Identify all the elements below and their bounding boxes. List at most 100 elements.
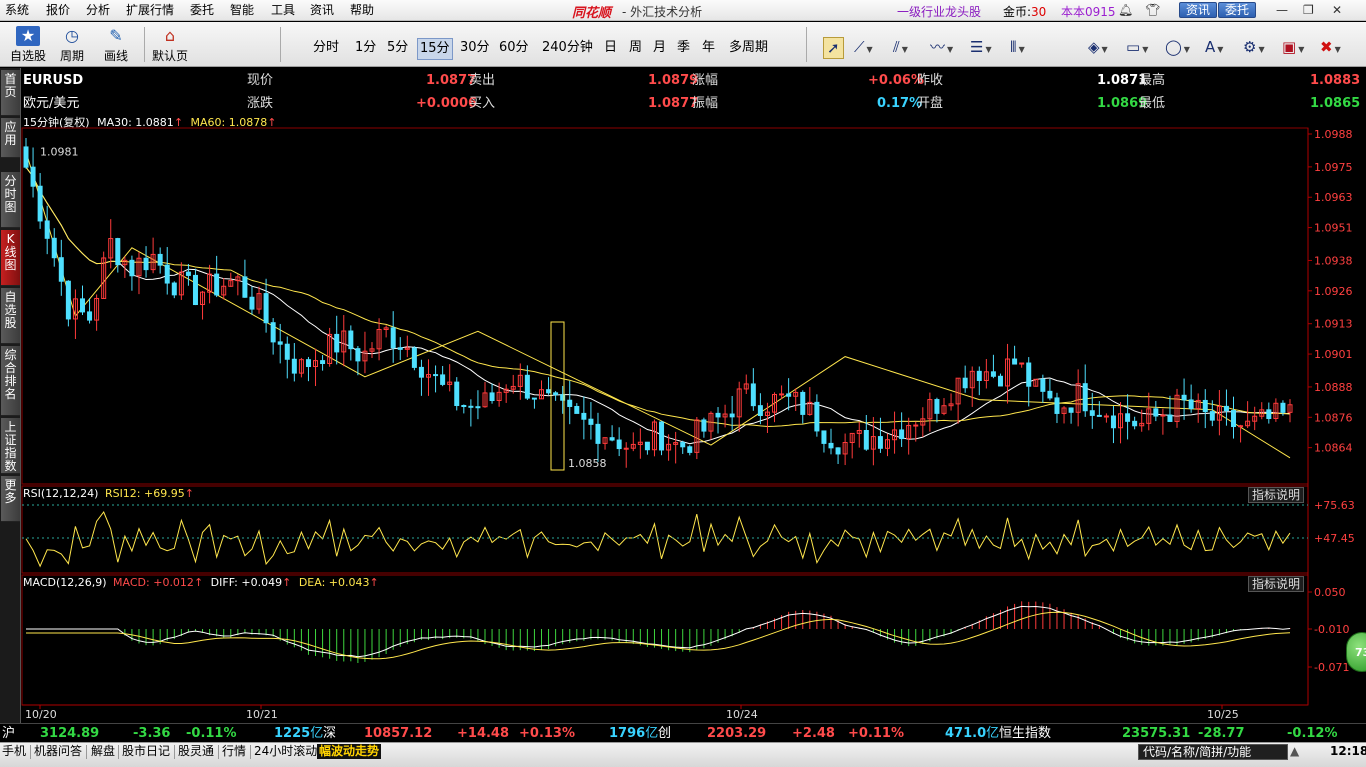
rsi-name: RSI(12,12,24) xyxy=(23,487,99,500)
bottom-mobile[interactable]: 手机 xyxy=(2,744,26,759)
candle-body xyxy=(701,419,707,432)
candle-body xyxy=(1068,407,1074,413)
candle-body xyxy=(270,322,276,343)
sh-amount-unit: 亿 xyxy=(310,726,324,741)
candle-body xyxy=(1231,410,1237,428)
cy-change: +2.48 xyxy=(792,726,835,741)
candle-body xyxy=(418,366,424,378)
clock: 12:18:28 xyxy=(1330,744,1366,758)
candle-body xyxy=(1089,410,1095,416)
candle-body xyxy=(962,377,968,389)
candle-body xyxy=(129,259,135,277)
news-ticker[interactable]: 幅波动走势 xyxy=(317,744,382,759)
cy-amount-value: 471.0 xyxy=(945,726,987,741)
candle-body xyxy=(1040,378,1046,392)
macd-explain-button[interactable]: 指标说明 xyxy=(1248,576,1305,592)
candle-body xyxy=(1096,414,1102,417)
sz-amount-value: 1796 xyxy=(609,726,646,741)
search-dropdown-icon[interactable]: ▲ xyxy=(1290,744,1299,759)
candle-body xyxy=(934,399,940,414)
candle-body xyxy=(750,383,756,407)
price-tick-label: 1.0963 xyxy=(1314,191,1353,204)
candle-body xyxy=(1012,358,1018,365)
candle-body xyxy=(390,327,396,349)
candle-body xyxy=(475,406,481,409)
sz-pct: +0.13% xyxy=(519,726,575,741)
sz-index: 10857.12 xyxy=(364,726,433,741)
dea-line xyxy=(26,611,1291,660)
candle-body xyxy=(411,347,417,368)
up-arrow-icon: ↑ xyxy=(184,487,194,500)
rsi-explain-button[interactable]: 指标说明 xyxy=(1248,487,1305,503)
price-tick-label: 1.0888 xyxy=(1314,381,1353,394)
candle-body xyxy=(588,418,594,425)
kline-chart[interactable]: 1.0988 1.0975 1.0963 1.0951 1.0938 1.0926 1.09… xyxy=(0,0,1366,723)
candle-body xyxy=(171,282,177,296)
sh-amount: 1225亿 xyxy=(274,725,323,742)
candle-body xyxy=(863,430,869,450)
candle-body xyxy=(355,348,361,362)
price-tick-label: 1.0901 xyxy=(1314,348,1353,361)
candle-body xyxy=(595,423,601,444)
candle-body xyxy=(531,397,537,400)
candle-body xyxy=(263,293,269,324)
candle-body xyxy=(1202,399,1208,413)
bottom-24h-news[interactable]: 24小时滚动 xyxy=(254,744,317,759)
search-input[interactable]: 代码/名称/简拼/功能 xyxy=(1138,744,1288,760)
candle-body xyxy=(1103,415,1109,418)
macd-tick-label: 0.050 xyxy=(1314,586,1346,599)
candle-body xyxy=(192,274,198,306)
candle-body xyxy=(79,298,85,313)
candle-body xyxy=(277,341,283,345)
high-marker-label: 1.0981 xyxy=(40,146,79,159)
sh-label: 沪 xyxy=(2,726,16,741)
candle-body xyxy=(990,371,996,377)
main-indicator-title: 15分钟(复权) MA30: 1.0881↑ MA60: 1.0878↑ xyxy=(23,116,276,130)
bottom-robot-qa[interactable]: 机器问答 xyxy=(34,744,82,759)
candle-body xyxy=(1125,413,1131,422)
bottom-divider xyxy=(86,745,87,759)
panel-frame xyxy=(21,485,1309,574)
candle-body xyxy=(680,442,686,448)
rsi-tick-label: +47.45 xyxy=(1314,532,1355,545)
hs-change: -28.77 xyxy=(1198,726,1245,741)
candle-body xyxy=(489,392,495,402)
candle-body xyxy=(44,220,50,239)
candle-body xyxy=(814,401,820,432)
low-marker-label: 1.0858 xyxy=(568,457,607,470)
bottom-divider xyxy=(250,745,251,759)
price-tick-label: 1.0926 xyxy=(1314,285,1353,298)
candle-body xyxy=(157,253,163,266)
candle-body xyxy=(37,185,43,222)
candle-body xyxy=(51,237,57,259)
candle-body xyxy=(1223,405,1229,412)
ma60-readout: MA60: 1.0878 xyxy=(190,116,268,129)
candle-body xyxy=(65,280,71,320)
price-tick-label: 1.0864 xyxy=(1314,442,1353,455)
candle-body xyxy=(164,264,170,284)
bottom-quotes[interactable]: 行情 xyxy=(222,744,246,759)
candle-body xyxy=(1132,420,1138,427)
candle-body xyxy=(828,442,834,449)
candle-body xyxy=(976,370,982,381)
candle-body xyxy=(1266,409,1272,419)
bottom-stock-link[interactable]: 股灵通 xyxy=(178,744,214,759)
candle-body xyxy=(284,343,290,360)
ma30-line xyxy=(25,166,1291,445)
candle-body xyxy=(877,436,883,449)
candle-body xyxy=(440,374,446,385)
macd-name: MACD(12,26,9) xyxy=(23,576,107,589)
bottom-diary[interactable]: 股市日记 xyxy=(122,744,170,759)
candle-body xyxy=(1181,394,1187,401)
sz-amount: 1796亿 xyxy=(609,725,658,742)
sz-change: +14.48 xyxy=(457,726,510,741)
rsi-title: RSI(12,12,24) RSI12: +69.95↑ xyxy=(23,487,194,501)
candle-body xyxy=(1188,399,1194,410)
bottom-analysis[interactable]: 解盘 xyxy=(91,744,115,759)
candle-body xyxy=(433,374,439,377)
candle-body xyxy=(609,437,615,441)
sz-label: 深 xyxy=(323,726,337,741)
bottom-divider xyxy=(218,745,219,759)
floating-badge[interactable]: 73 xyxy=(1346,632,1366,672)
price-tick-label: 1.0975 xyxy=(1314,161,1353,174)
